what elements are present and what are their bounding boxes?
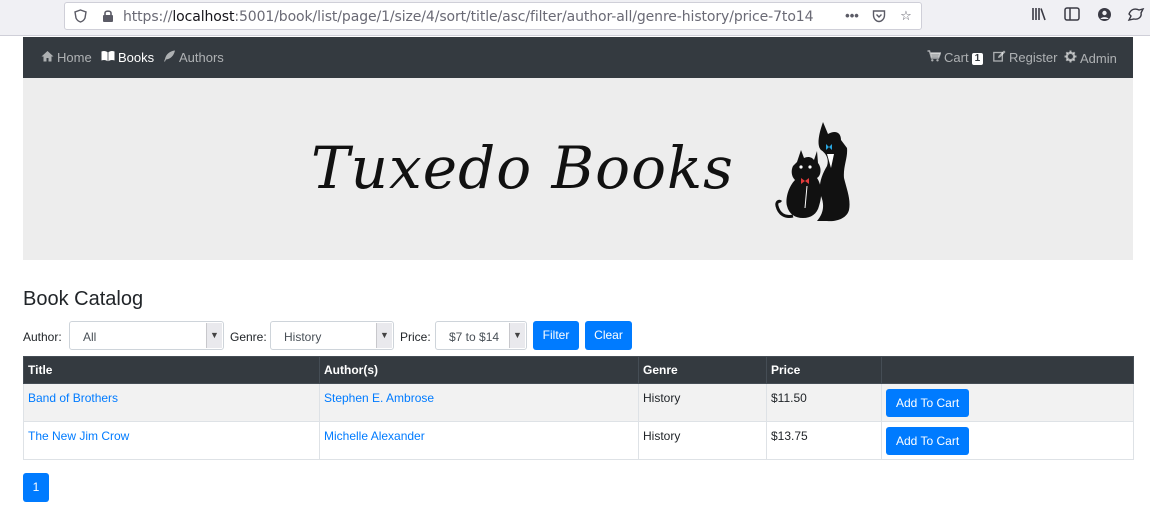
nav-admin[interactable]: Admin: [1063, 50, 1117, 66]
cell-action: Add To Cart: [881, 383, 1134, 422]
account-icon[interactable]: [1095, 7, 1113, 25]
add-to-cart-button[interactable]: Add To Cart: [886, 427, 970, 455]
cart-count-badge: 1: [971, 53, 984, 65]
nav-books[interactable]: Books: [101, 50, 154, 66]
column-header-authors[interactable]: Author(s): [319, 356, 639, 384]
author-link[interactable]: Stephen E. Ambrose: [324, 391, 434, 405]
column-header-actions: [881, 356, 1134, 384]
nav-authors[interactable]: Authors: [162, 50, 224, 66]
genre-select-value: History: [284, 330, 322, 344]
genre-select[interactable]: History ▼: [270, 321, 394, 350]
page-title: Book Catalog: [23, 288, 144, 310]
url-path: :5001/book/list/page/1/size/4/sort/title…: [234, 9, 814, 25]
author-link[interactable]: Michelle Alexander: [324, 429, 425, 443]
nav-home[interactable]: Home: [40, 50, 92, 66]
author-filter-label: Author:: [23, 330, 62, 344]
genre-filter-label: Genre:: [230, 330, 267, 344]
clear-button[interactable]: Clear: [585, 321, 632, 350]
cell-price: $11.50: [766, 383, 882, 422]
pocket-icon[interactable]: [872, 9, 886, 23]
price-select[interactable]: $7 to $14 ▼: [435, 321, 527, 350]
bookmark-star-icon[interactable]: ☆: [899, 9, 913, 23]
column-header-price[interactable]: Price: [766, 356, 882, 384]
extension-icon[interactable]: [1127, 7, 1145, 25]
nav-register[interactable]: Register: [992, 50, 1057, 66]
nav-cart-label: Cart: [944, 50, 969, 65]
add-to-cart-button[interactable]: Add To Cart: [886, 389, 970, 417]
author-select-value: All: [83, 330, 97, 344]
cell-price: $13.75: [766, 421, 882, 460]
book-table: Title Author(s) Genre Price Band of Brot…: [23, 356, 1134, 460]
filter-button[interactable]: Filter: [533, 321, 579, 350]
book-title-link[interactable]: The New Jim Crow: [28, 429, 129, 443]
nav-admin-label: Admin: [1080, 51, 1117, 66]
column-header-title[interactable]: Title: [23, 356, 320, 384]
table-row: Band of Brothers Stephen E. Ambrose Hist…: [23, 383, 1134, 422]
cell-title: The New Jim Crow: [23, 421, 320, 460]
more-icon[interactable]: •••: [845, 9, 859, 23]
author-select[interactable]: All ▼: [69, 321, 224, 350]
cell-author: Michelle Alexander: [319, 421, 639, 460]
cell-action: Add To Cart: [881, 421, 1134, 460]
column-header-genre[interactable]: Genre: [638, 356, 767, 384]
cell-title: Band of Brothers: [23, 383, 320, 422]
cell-author: Stephen E. Ambrose: [319, 383, 639, 422]
gear-icon: [1063, 50, 1077, 67]
book-open-icon: [101, 50, 115, 66]
edit-icon: [992, 50, 1006, 66]
table-row: The New Jim Crow Michelle Alexander Hist…: [23, 421, 1134, 460]
site-navbar: Home Books Authors Cart 1 Register Admin: [23, 37, 1133, 78]
table-header-row: Title Author(s) Genre Price: [23, 356, 1134, 384]
feather-icon: [162, 50, 176, 66]
url-text[interactable]: https://localhost:5001/book/list/page/1/…: [123, 9, 814, 25]
price-filter-label: Price:: [400, 330, 431, 344]
address-bar[interactable]: https://localhost:5001/book/list/page/1/…: [64, 2, 922, 30]
nav-register-label: Register: [1009, 50, 1058, 65]
chevron-down-icon: ▼: [376, 323, 392, 348]
chevron-down-icon: ▼: [509, 323, 525, 348]
chevron-down-icon: ▼: [206, 323, 222, 348]
pagination-page-1[interactable]: 1: [23, 473, 49, 502]
nav-books-label: Books: [118, 50, 155, 65]
nav-cart[interactable]: Cart 1: [927, 50, 984, 66]
home-icon: [40, 50, 54, 66]
cell-genre: History: [638, 421, 767, 460]
price-select-value: $7 to $14: [449, 330, 500, 344]
browser-toolbar: https://localhost:5001/book/list/page/1/…: [0, 0, 1150, 36]
tuxedo-cats-logo: [775, 122, 850, 222]
book-title-link[interactable]: Band of Brothers: [28, 391, 118, 405]
url-host: localhost: [172, 9, 235, 25]
nav-authors-label: Authors: [179, 50, 224, 65]
cell-genre: History: [638, 383, 767, 422]
cart-icon: [927, 50, 942, 66]
lock-icon[interactable]: [101, 9, 115, 23]
shield-icon[interactable]: [73, 9, 87, 23]
nav-home-label: Home: [57, 50, 92, 65]
library-icon[interactable]: [1030, 7, 1048, 25]
site-banner: Tuxedo Books: [23, 78, 1133, 260]
site-logo-text: Tuxedo Books: [311, 134, 734, 202]
sidebar-icon[interactable]: [1063, 7, 1081, 25]
